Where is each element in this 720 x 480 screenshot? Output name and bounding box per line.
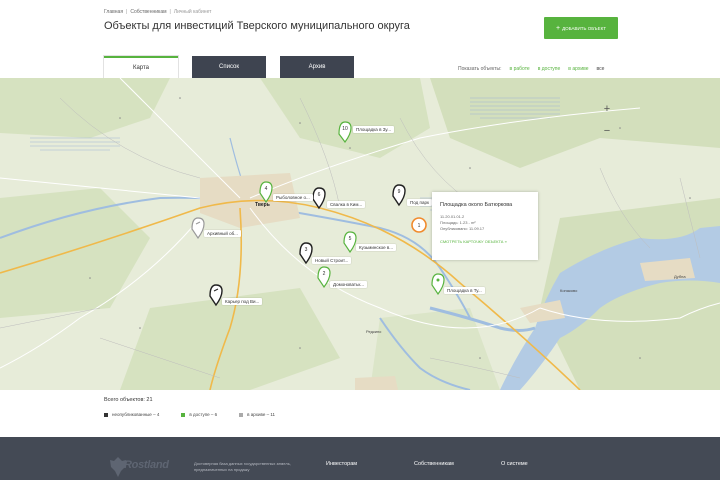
legend-label-archive: в архиве – 11 [247,412,276,417]
add-object-label: Добавить объект [562,25,606,31]
marker-2[interactable]: 2 [317,266,331,289]
breadcrumb: Главная | Собственникам | Личный кабинет [104,9,212,15]
tab-list[interactable]: Список [192,56,266,78]
plus-icon: + [556,24,561,32]
marker-label-9[interactable]: Под парк [407,199,432,206]
marker-label-4[interactable]: Рыболовное о... [273,194,313,201]
marker-5[interactable]: 5 [343,231,357,254]
svg-text:4: 4 [265,186,268,192]
legend-unpublished: неопубликованные – 4 [104,412,159,417]
city-konakovo: Конаково [560,288,578,293]
filter-all[interactable]: все [597,66,605,72]
tab-archive[interactable]: Архив [280,56,354,78]
footer: Rostland Достоверная база данных государ… [0,437,720,480]
footer-description: Достоверная база данных государственных … [194,461,291,472]
legend-swatch-unpublished [104,412,108,417]
popup-published: Опубликовано: 11.09.17 [440,226,485,231]
svg-text:3: 3 [305,247,308,253]
city-redkino: Редкино [366,329,382,334]
svg-text:6: 6 [318,192,321,198]
page: Главная | Собственникам | Личный кабинет Объ… [0,0,720,480]
map[interactable]: 10 4 6 9 1 3 5 2 Тверь Конаково Дубна Ре… [0,78,720,390]
svg-text:9: 9 [398,189,401,195]
svg-text:5: 5 [349,236,352,242]
marker-label-3[interactable]: Новый Строит... [312,257,352,264]
zoom-out-button[interactable]: − [598,124,616,138]
marker-label-10[interactable]: Площадка в Зу... [353,126,394,133]
add-object-button[interactable]: + Добавить объект [544,17,618,39]
marker-1[interactable]: 1 [411,217,427,233]
view-tabs: Карта Список Архив [104,56,368,78]
marker-label-2[interactable]: Домоноватьк... [330,281,368,288]
city-dubna: Дубна [674,274,686,279]
status-legend: неопубликованные – 4 в доступе – 6 в арх… [104,412,275,417]
filter-in-archive[interactable]: в архиве [568,66,588,72]
city-tver: Тверь [255,202,270,208]
footer-link-investors[interactable]: Инвесторам [326,461,357,467]
total-objects: Всего объектов: 21 [104,397,153,403]
svg-text:2: 2 [323,271,326,277]
legend-in-access: в доступе – 6 [181,412,217,417]
popup-view-card-link[interactable]: Смотреть карточку объекта » [440,239,530,244]
legend-archive: в архиве – 11 [239,412,275,417]
legend-label-in-access: в доступе – 6 [189,412,218,417]
zoom-in-button[interactable]: + [598,102,616,116]
marker-label-karier[interactable]: Карьер под Ви... [222,298,263,305]
show-objects-filter: Показать объекты: в работе в доступе в а… [458,66,604,72]
legend-swatch-archive [239,412,244,417]
marker-label-6[interactable]: Свалка в Ким... [327,201,366,208]
footer-link-about[interactable]: О системе [501,461,528,467]
object-popup: Площадка около Батюркова 11.20.01.01.2 П… [432,192,538,260]
marker-label-5[interactable]: Кузьминское в... [356,244,397,251]
marker-3[interactable]: 3 [299,242,313,265]
legend-label-unpublished: неопубликованные – 4 [112,412,160,417]
footer-link-owners[interactable]: Собственникам [414,461,454,467]
breadcrumb-owners[interactable]: Собственникам [130,9,166,15]
marker-6[interactable]: 6 [312,187,326,210]
svg-text:1: 1 [418,223,421,229]
footer-logo[interactable]: Rostland [124,459,169,471]
show-objects-label: Показать объекты: [458,66,502,72]
marker-archive[interactable] [191,217,205,240]
zoom-controls: + − [598,102,616,138]
marker-label-tu[interactable]: Площадка в Ту... [444,287,485,294]
filter-in-access[interactable]: в доступе [538,66,561,72]
breadcrumb-current: Личный кабинет [173,9,212,15]
marker-label-archive[interactable]: Архивный об... [204,230,241,237]
filter-in-work[interactable]: в работе [510,66,530,72]
marker-green-tu[interactable] [431,273,445,296]
legend-swatch-in-access [181,412,186,417]
tab-map[interactable]: Карта [104,56,178,78]
marker-9[interactable]: 9 [392,184,406,207]
page-title: Объекты для инвестиций Тверского муницип… [104,20,410,32]
breadcrumb-home[interactable]: Главная [104,9,123,15]
svg-text:10: 10 [342,126,348,132]
popup-title: Площадка около Батюркова [440,202,513,208]
